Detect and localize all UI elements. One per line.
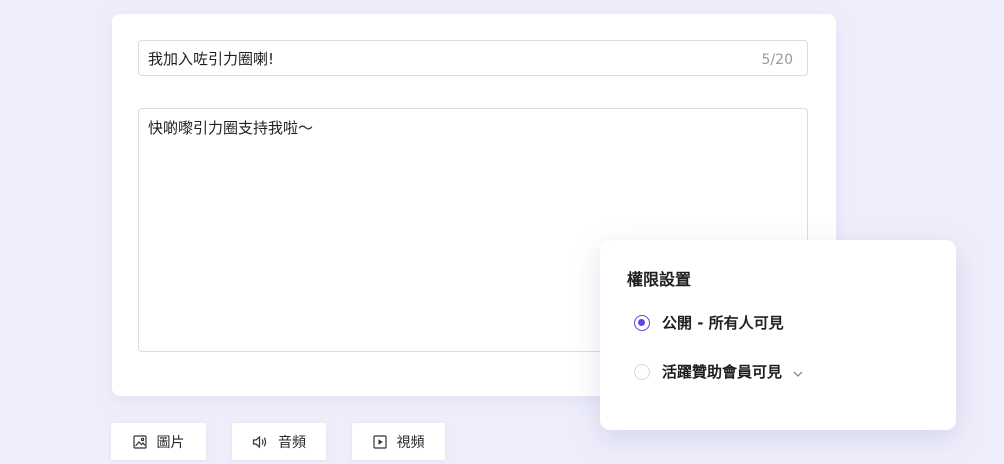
chevron-down-icon[interactable] [792, 363, 804, 382]
permission-option-active-sponsors[interactable]: 活躍贊助會員可見 [634, 362, 804, 382]
radio-selected-icon[interactable] [634, 315, 650, 331]
add-video-button[interactable]: 視頻 [352, 423, 445, 460]
post-title-value: 我加入咗引力圈喇! [148, 50, 275, 68]
permission-settings-panel: 權限設置 公開 - 所有人可見 活躍贊助會員可見 [600, 240, 956, 430]
speaker-icon [252, 435, 268, 449]
permission-settings-title: 權限設置 [627, 270, 692, 289]
image-icon [132, 434, 147, 449]
add-image-label: 圖片 [156, 434, 185, 451]
radio-unselected-icon[interactable] [634, 364, 650, 380]
post-title-input[interactable]: 我加入咗引力圈喇! 5/20 [138, 40, 808, 76]
permission-option-active-sponsors-label: 活躍贊助會員可見 [662, 363, 783, 381]
permission-option-public-label: 公開 - 所有人可見 [662, 314, 784, 332]
title-char-counter: 5/20 [761, 52, 793, 68]
add-image-button[interactable]: 圖片 [111, 423, 206, 460]
post-body-value: 快啲嚟引力圈支持我啦～ [148, 119, 314, 137]
add-audio-button[interactable]: 音頻 [232, 423, 326, 460]
add-audio-label: 音頻 [278, 434, 306, 451]
permission-option-public[interactable]: 公開 - 所有人可見 [634, 313, 784, 333]
video-play-icon [372, 434, 387, 449]
add-video-label: 視頻 [396, 434, 425, 451]
